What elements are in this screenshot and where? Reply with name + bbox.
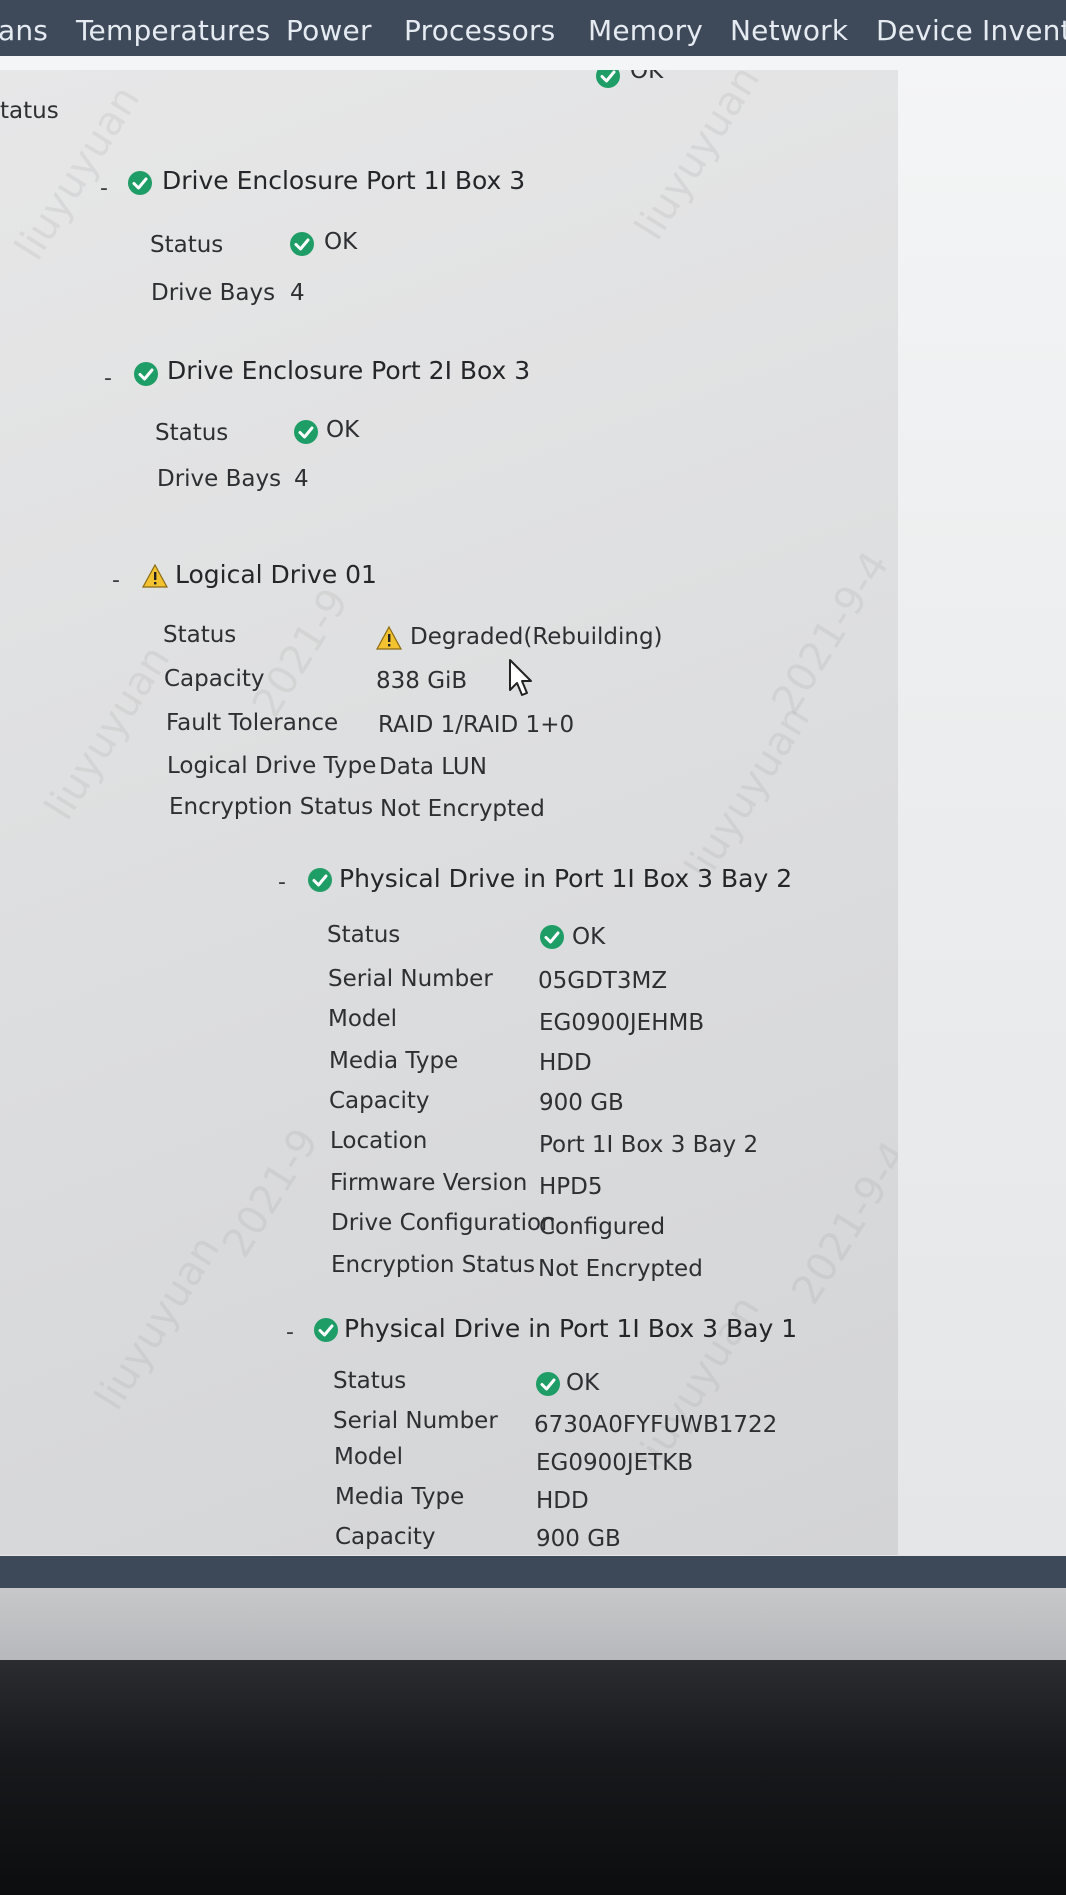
pd-encryption-value: Not Encrypted <box>538 1256 703 1282</box>
ld-type-label: Logical Drive Type <box>167 753 377 779</box>
tab-device-inventory[interactable]: Device Invento <box>876 14 1066 47</box>
ld-capacity-value: 838 GiB <box>376 668 468 694</box>
pd-capacity-value: 900 GB <box>536 1526 621 1552</box>
collapse-toggle[interactable]: - <box>100 176 108 201</box>
ld-status-label: Status <box>163 622 237 648</box>
collapse-toggle[interactable]: - <box>286 1320 294 1345</box>
ok-check-icon <box>290 232 314 256</box>
ld-encryption-label: Encryption Status <box>169 794 374 820</box>
ok-check-icon <box>128 171 152 195</box>
warning-icon <box>375 625 403 650</box>
ld-fault-tolerance-label: Fault Tolerance <box>166 710 339 736</box>
logical-drive-title[interactable]: Logical Drive 01 <box>175 560 377 589</box>
drive-bays-value: 4 <box>294 466 309 492</box>
enclosure-status-label: Status <box>150 232 224 258</box>
tab-power[interactable]: Power <box>286 14 372 47</box>
pd-configuration-label: Drive Configuration <box>331 1210 556 1236</box>
ok-check-icon <box>536 1372 560 1396</box>
monitor-bezel <box>0 1660 1066 1895</box>
pd-location-value: Port 1I Box 3 Bay 2 <box>539 1132 759 1158</box>
pd-status-value: OK <box>566 1370 600 1396</box>
tab-memory[interactable]: Memory <box>588 14 703 47</box>
tab-fans[interactable]: ans <box>0 14 48 47</box>
mouse-cursor-icon <box>508 658 534 702</box>
monitor-screen: ans Temperatures Power Processors Memory… <box>0 0 1066 1895</box>
ld-fault-tolerance-value: RAID 1/RAID 1+0 <box>378 712 575 738</box>
pd-model-value: EG0900JETKB <box>536 1450 694 1476</box>
tab-network[interactable]: Network <box>730 14 848 47</box>
ok-check-icon <box>314 1318 338 1342</box>
collapse-toggle[interactable]: - <box>104 366 112 391</box>
ok-check-icon <box>134 362 158 386</box>
pd-status-value: OK <box>572 924 606 950</box>
warning-icon <box>141 563 169 588</box>
taskbar-area <box>0 1588 1066 1660</box>
pd-serial-value: 05GDT3MZ <box>538 968 668 994</box>
ld-encryption-value: Not Encrypted <box>380 796 545 822</box>
pd-serial-label: Serial Number <box>333 1408 498 1434</box>
physical-drive-title[interactable]: Physical Drive in Port 1I Box 3 Bay 1 <box>344 1314 797 1343</box>
pd-capacity-label: Capacity <box>335 1524 436 1550</box>
enclosure-status-label: Status <box>155 420 229 446</box>
drive-bays-label: Drive Bays <box>157 466 282 492</box>
ld-type-value: Data LUN <box>379 754 487 780</box>
pd-media-type-label: Media Type <box>335 1484 465 1510</box>
pd-serial-value: 6730A0FYFUWB1722 <box>534 1412 778 1438</box>
pd-status-label: Status <box>327 922 401 948</box>
pd-capacity-value: 900 GB <box>539 1090 624 1116</box>
pd-media-type-value: HDD <box>539 1050 592 1076</box>
tab-temperatures[interactable]: Temperatures <box>76 14 270 47</box>
top-status-value: OK <box>630 70 664 84</box>
collapse-toggle[interactable]: - <box>112 568 120 593</box>
pd-media-type-label: Media Type <box>329 1048 459 1074</box>
ok-check-icon <box>308 868 332 892</box>
pd-model-label: Model <box>328 1006 398 1032</box>
pd-status-label: Status <box>333 1368 407 1394</box>
pd-model-label: Model <box>334 1444 404 1470</box>
tab-processors[interactable]: Processors <box>404 14 555 47</box>
ld-status-value: Degraded(Rebuilding) <box>410 624 663 650</box>
drive-bays-value: 4 <box>290 280 305 306</box>
ok-check-icon <box>540 925 564 949</box>
pd-encryption-label: Encryption Status <box>331 1252 536 1278</box>
collapse-toggle[interactable]: - <box>278 870 286 895</box>
enclosure-status-value: OK <box>324 229 358 255</box>
ld-capacity-label: Capacity <box>164 666 265 692</box>
drive-bays-label: Drive Bays <box>151 280 276 306</box>
pd-model-value: EG0900JEHMB <box>539 1010 705 1036</box>
enclosure-status-value: OK <box>326 417 360 443</box>
pd-firmware-value: HPD5 <box>539 1174 603 1200</box>
enclosure-title[interactable]: Drive Enclosure Port 2I Box 3 <box>167 356 530 385</box>
pd-configuration-value: Configured <box>539 1214 666 1240</box>
ok-check-icon <box>294 420 318 444</box>
pd-firmware-label: Firmware Version <box>330 1170 528 1196</box>
bottom-status-bar <box>0 1556 1066 1588</box>
pd-capacity-label: Capacity <box>329 1088 430 1114</box>
ok-check-icon <box>596 70 620 88</box>
pd-media-type-value: HDD <box>536 1488 589 1514</box>
physical-drive-title[interactable]: Physical Drive in Port 1I Box 3 Bay 2 <box>339 864 792 893</box>
pd-location-label: Location <box>330 1128 428 1154</box>
section-status-label: tatus <box>0 98 59 124</box>
enclosure-title[interactable]: Drive Enclosure Port 1I Box 3 <box>162 166 525 195</box>
pd-serial-label: Serial Number <box>328 966 493 992</box>
storage-details-panel: liuyuyuan liuyuyuan 2021-9 liuyuyuan 202… <box>0 70 898 1555</box>
